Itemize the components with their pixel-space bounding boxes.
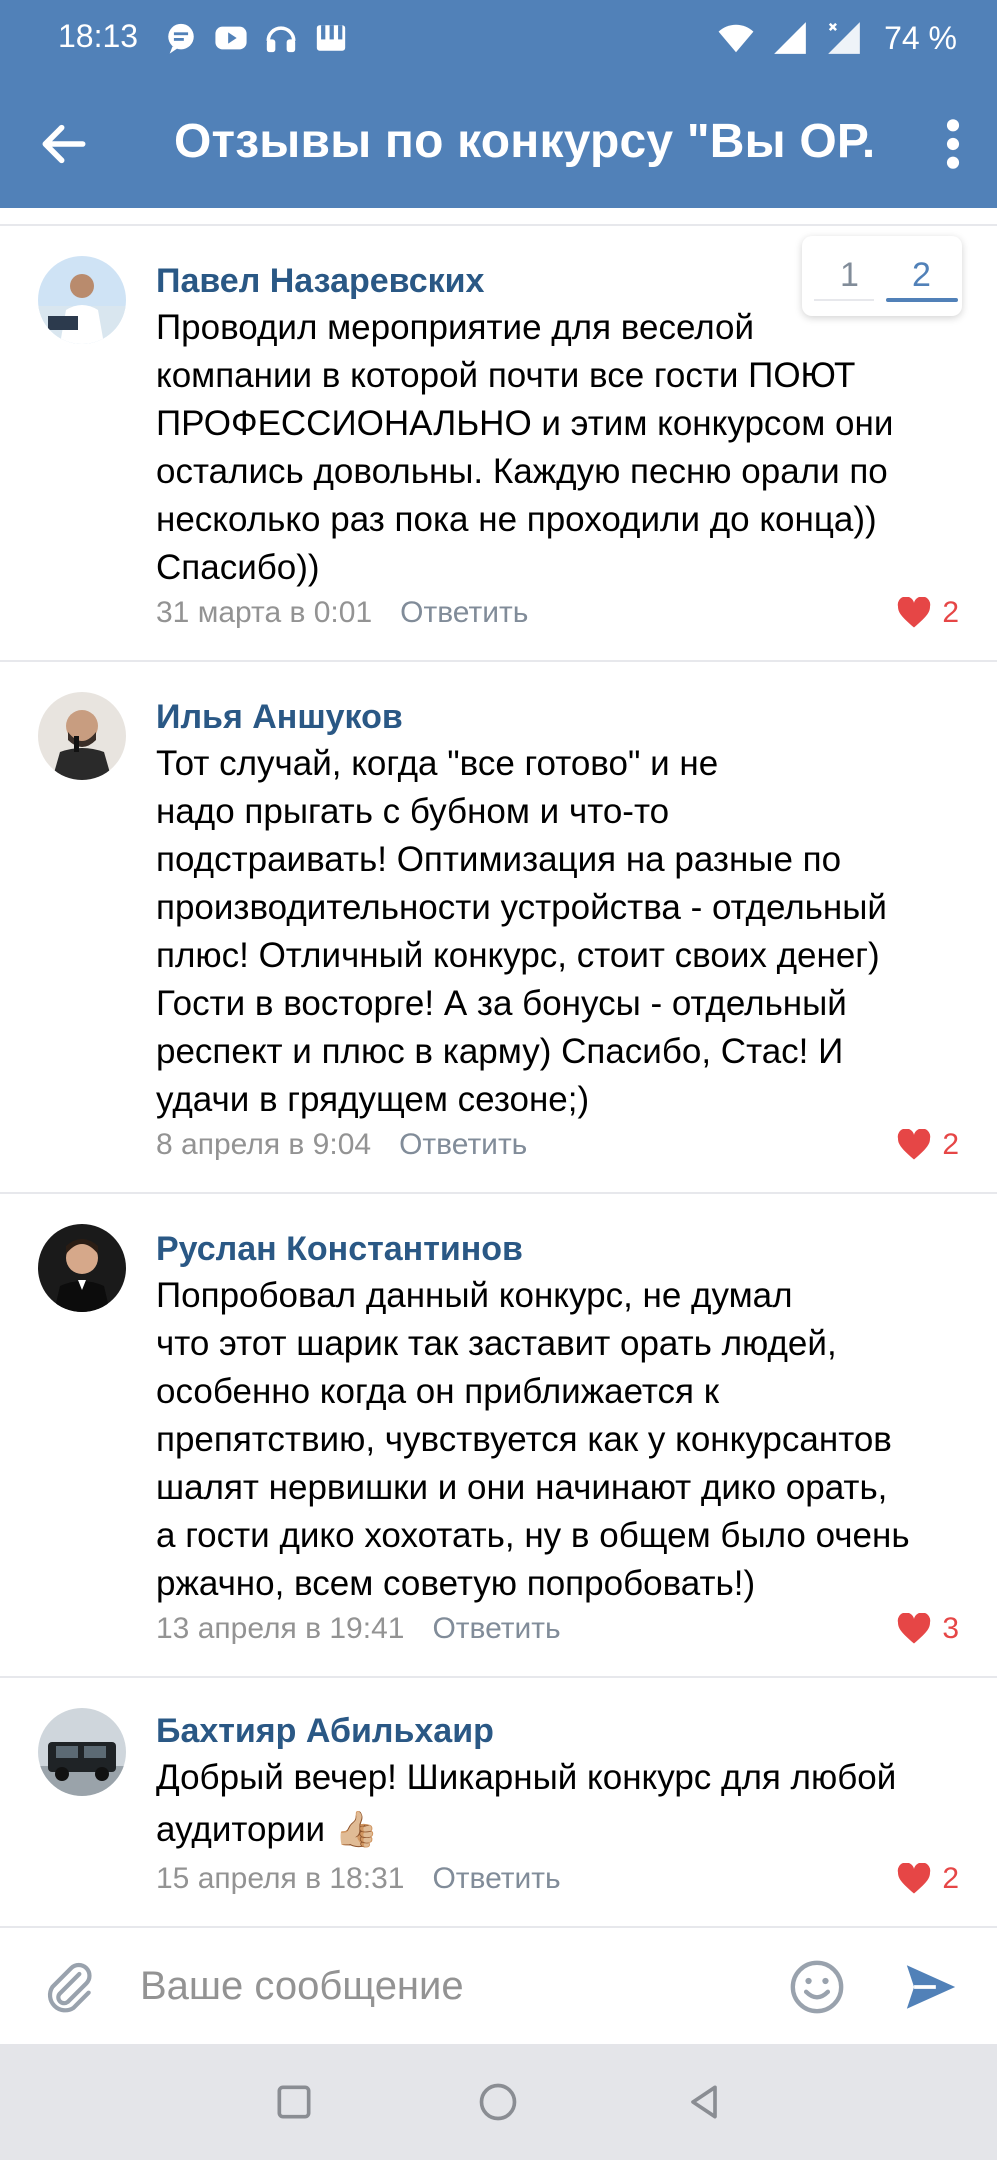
notification-icons	[164, 18, 348, 58]
comment-line: Попробовал данный конкурс, не думал	[156, 1276, 793, 1315]
comment-text: Добрый вечер! Шикарный конкурс для любой…	[156, 1752, 966, 1856]
comment-line: респект и плюс в карму) Спасибо, Стас! И	[156, 1032, 844, 1071]
comment-line: ПРОФЕССИОНАЛЬНО и этим конкурсом они	[156, 404, 894, 443]
app-bar: Отзывы по конкурсу "Вы ОР...	[0, 76, 997, 208]
top-bar: 18:13 74 % Отзывы по конкурсу "Вы ОР...	[0, 0, 997, 208]
comment-line: удачи в грядущем сезоне;)	[156, 1080, 590, 1119]
comment-author[interactable]: Руслан Константинов	[156, 1230, 523, 1269]
comment-meta: 13 апреля в 19:41 Ответить	[156, 1612, 561, 1646]
comment-line: шалят нервишки и они начинают дико орать…	[156, 1468, 888, 1507]
comment-line: компании в которой почти все гости ПОЮТ	[156, 356, 856, 395]
current-page-indicator	[886, 298, 958, 302]
heart-icon	[898, 1129, 931, 1160]
page-1-button[interactable]: 1	[840, 256, 859, 295]
message-notification-icon	[168, 23, 194, 54]
comment-text: Проводил мероприятие для веселой компани…	[156, 304, 966, 592]
page-2-button[interactable]: 2	[912, 256, 931, 295]
attach-icon[interactable]	[42, 1960, 98, 2016]
comment-line: подстраивать! Оптимизация на разные по	[156, 840, 842, 879]
youtube-icon	[215, 26, 247, 50]
like-button[interactable]: 2	[896, 596, 959, 630]
message-composer: Ваше сообщение	[0, 1926, 997, 2044]
system-nav-bar	[0, 2044, 997, 2160]
reply-button[interactable]: Ответить	[399, 1128, 527, 1161]
heart-icon	[898, 1863, 931, 1894]
like-count: 2	[942, 1862, 959, 1895]
comment-author[interactable]: Илья Аншуков	[156, 698, 403, 737]
comment-author[interactable]: Бахтияр Абильхаир	[156, 1712, 494, 1751]
comment-author[interactable]: Павел Назаревских	[156, 262, 484, 301]
message-input[interactable]: Ваше сообщение	[140, 1964, 464, 2009]
comment-text: Попробовал данный конкурс, не думал что …	[156, 1272, 966, 1608]
signal-no-service-icon	[828, 22, 860, 54]
like-count: 2	[942, 596, 959, 629]
comment-line: что этот шарик так заставит орать людей,	[156, 1324, 837, 1363]
comment-divider	[0, 1192, 997, 1194]
comment-line: производительности устройства - отдельны…	[156, 888, 887, 927]
comment-line: надо прыгать с бубном и что-то	[156, 792, 670, 831]
headphones-icon	[266, 26, 296, 53]
reply-button[interactable]: Ответить	[432, 1862, 560, 1895]
more-options-icon[interactable]	[941, 116, 965, 172]
comment-meta: 15 апреля в 18:31 Ответить	[156, 1862, 561, 1896]
avatar[interactable]	[38, 1708, 126, 1796]
comment-line: остались довольны. Каждую песню орали по	[156, 452, 888, 491]
avatar[interactable]	[38, 256, 126, 344]
comment-divider	[0, 1676, 997, 1678]
comment-line: особенно когда он приближается к	[156, 1372, 720, 1411]
reply-button[interactable]: Ответить	[432, 1612, 560, 1645]
reply-button[interactable]: Ответить	[400, 596, 528, 629]
page-title: Отзывы по конкурсу "Вы ОР...	[174, 115, 874, 168]
comment-date: 13 апреля в 19:41	[156, 1612, 405, 1645]
emoji-icon[interactable]	[788, 1958, 846, 2016]
status-bar: 18:13 74 %	[0, 0, 997, 76]
comment-date: 8 апреля в 9:04	[156, 1128, 372, 1161]
comment-meta: 31 марта в 0:01 Ответить	[156, 596, 528, 630]
comment-line: Проводил мероприятие для веселой	[156, 308, 755, 347]
battery-level: 74 %	[884, 19, 957, 56]
comment-line: аудитории 👍🏼	[156, 1810, 379, 1849]
heart-icon	[898, 597, 931, 628]
back-arrow-icon[interactable]	[36, 116, 92, 172]
comment-line: плюс! Отличный конкурс, стоит своих дене…	[156, 936, 880, 975]
home-icon[interactable]	[476, 2080, 520, 2124]
comment-line: Гости в восторге! А за бонусы - отдельны…	[156, 984, 847, 1023]
like-button[interactable]: 2	[896, 1862, 959, 1896]
comment-line: Спасибо))	[156, 548, 320, 587]
comment-meta: 8 апреля в 9:04 Ответить	[156, 1128, 527, 1162]
avatar[interactable]	[38, 1224, 126, 1312]
signal-icon	[774, 22, 806, 54]
like-count: 2	[942, 1128, 959, 1161]
like-button[interactable]: 2	[896, 1128, 959, 1162]
comment-divider	[0, 660, 997, 662]
recents-icon[interactable]	[272, 2080, 316, 2124]
comment-line: а гости дико хохотать, ну в общем было о…	[156, 1516, 910, 1555]
comment-line: Тот случай, когда "все готово" и не	[156, 744, 719, 783]
pagination-track	[814, 299, 874, 301]
comment-date: 15 апреля в 18:31	[156, 1862, 405, 1895]
comment-date: 31 марта в 0:01	[156, 596, 373, 629]
system-icons: 74 %	[716, 16, 957, 60]
like-button[interactable]: 3	[896, 1612, 959, 1646]
heart-icon	[898, 1613, 931, 1644]
like-count: 3	[942, 1612, 959, 1645]
avatar[interactable]	[38, 692, 126, 780]
comment-line: препятствию, чувствуется как у конкурсан…	[156, 1420, 892, 1459]
comment-line: ржачно, всем советую попробовать!)	[156, 1564, 756, 1603]
send-icon[interactable]	[902, 1958, 960, 2016]
comment-line: Добрый вечер! Шикарный конкурс для любой	[156, 1758, 897, 1797]
comment-line: несколько раз пока не проходили до конца…	[156, 500, 877, 539]
status-time: 18:13	[58, 18, 139, 54]
piano-icon	[316, 25, 346, 51]
header-divider	[0, 224, 997, 226]
wifi-icon	[718, 24, 754, 53]
comment-text: Тот случай, когда "все готово" и не надо…	[156, 740, 966, 1124]
back-nav-icon[interactable]	[682, 2080, 726, 2124]
